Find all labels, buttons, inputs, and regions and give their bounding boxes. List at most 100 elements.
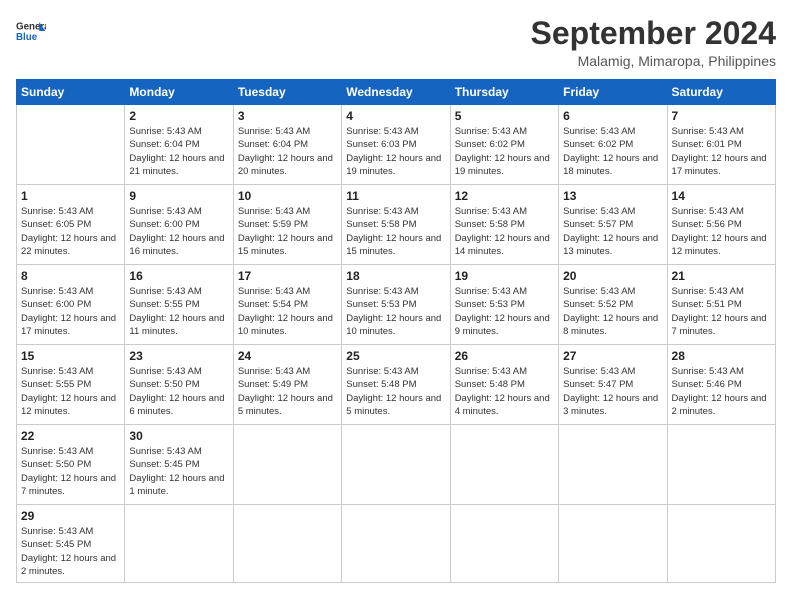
calendar-cell [17, 105, 125, 185]
day-info: Sunrise: 5:43 AMSunset: 5:52 PMDaylight:… [563, 285, 662, 338]
calendar-week-row: 22 Sunrise: 5:43 AMSunset: 5:50 PMDaylig… [17, 425, 776, 505]
calendar-cell: 24 Sunrise: 5:43 AMSunset: 5:49 PMDaylig… [233, 345, 341, 425]
calendar-cell: 20 Sunrise: 5:43 AMSunset: 5:52 PMDaylig… [559, 265, 667, 345]
calendar-cell: 17 Sunrise: 5:43 AMSunset: 5:54 PMDaylig… [233, 265, 341, 345]
day-info: Sunrise: 5:43 AMSunset: 5:55 PMDaylight:… [21, 365, 120, 418]
calendar-cell [559, 505, 667, 583]
day-number: 4 [346, 109, 445, 123]
calendar-cell: 11 Sunrise: 5:43 AMSunset: 5:58 PMDaylig… [342, 185, 450, 265]
calendar-cell: 8 Sunrise: 5:43 AMSunset: 6:00 PMDayligh… [17, 265, 125, 345]
day-number: 27 [563, 349, 662, 363]
day-number: 30 [129, 429, 228, 443]
day-info: Sunrise: 5:43 AMSunset: 5:54 PMDaylight:… [238, 285, 337, 338]
day-number: 21 [672, 269, 771, 283]
day-info: Sunrise: 5:43 AMSunset: 5:47 PMDaylight:… [563, 365, 662, 418]
day-number: 9 [129, 189, 228, 203]
calendar-cell: 27 Sunrise: 5:43 AMSunset: 5:47 PMDaylig… [559, 345, 667, 425]
day-number: 29 [21, 509, 120, 523]
calendar-week-row: 1 Sunrise: 5:43 AMSunset: 6:05 PMDayligh… [17, 185, 776, 265]
calendar-week-row: 2 Sunrise: 5:43 AMSunset: 6:04 PMDayligh… [17, 105, 776, 185]
calendar-cell: 4 Sunrise: 5:43 AMSunset: 6:03 PMDayligh… [342, 105, 450, 185]
calendar-cell: 14 Sunrise: 5:43 AMSunset: 5:56 PMDaylig… [667, 185, 775, 265]
day-info: Sunrise: 5:43 AMSunset: 6:05 PMDaylight:… [21, 205, 120, 258]
day-number: 22 [21, 429, 120, 443]
day-info: Sunrise: 5:43 AMSunset: 6:04 PMDaylight:… [238, 125, 337, 178]
calendar-cell: 15 Sunrise: 5:43 AMSunset: 5:55 PMDaylig… [17, 345, 125, 425]
calendar-cell: 12 Sunrise: 5:43 AMSunset: 5:58 PMDaylig… [450, 185, 558, 265]
day-info: Sunrise: 5:43 AMSunset: 6:02 PMDaylight:… [455, 125, 554, 178]
weekday-header-thursday: Thursday [450, 80, 558, 105]
day-number: 28 [672, 349, 771, 363]
calendar-cell [667, 505, 775, 583]
day-number: 6 [563, 109, 662, 123]
calendar-cell: 6 Sunrise: 5:43 AMSunset: 6:02 PMDayligh… [559, 105, 667, 185]
day-number: 17 [238, 269, 337, 283]
calendar-cell: 28 Sunrise: 5:43 AMSunset: 5:46 PMDaylig… [667, 345, 775, 425]
day-info: Sunrise: 5:43 AMSunset: 5:58 PMDaylight:… [455, 205, 554, 258]
calendar-cell [125, 505, 233, 583]
calendar-cell: 18 Sunrise: 5:43 AMSunset: 5:53 PMDaylig… [342, 265, 450, 345]
day-info: Sunrise: 5:43 AMSunset: 5:50 PMDaylight:… [21, 445, 120, 498]
day-number: 14 [672, 189, 771, 203]
calendar-header-row: SundayMondayTuesdayWednesdayThursdayFrid… [17, 80, 776, 105]
calendar-week-row: 29 Sunrise: 5:43 AMSunset: 5:45 PMDaylig… [17, 505, 776, 583]
day-info: Sunrise: 5:43 AMSunset: 6:00 PMDaylight:… [129, 205, 228, 258]
day-number: 11 [346, 189, 445, 203]
day-info: Sunrise: 5:43 AMSunset: 5:55 PMDaylight:… [129, 285, 228, 338]
day-info: Sunrise: 5:43 AMSunset: 5:56 PMDaylight:… [672, 205, 771, 258]
logo: General Blue [16, 16, 48, 46]
day-info: Sunrise: 5:43 AMSunset: 6:01 PMDaylight:… [672, 125, 771, 178]
logo-icon: General Blue [16, 16, 46, 46]
day-info: Sunrise: 5:43 AMSunset: 5:58 PMDaylight:… [346, 205, 445, 258]
calendar-cell: 19 Sunrise: 5:43 AMSunset: 5:53 PMDaylig… [450, 265, 558, 345]
weekday-header-friday: Friday [559, 80, 667, 105]
calendar-week-row: 8 Sunrise: 5:43 AMSunset: 6:00 PMDayligh… [17, 265, 776, 345]
day-info: Sunrise: 5:43 AMSunset: 5:50 PMDaylight:… [129, 365, 228, 418]
weekday-header-saturday: Saturday [667, 80, 775, 105]
calendar-week-row: 15 Sunrise: 5:43 AMSunset: 5:55 PMDaylig… [17, 345, 776, 425]
calendar-cell [233, 425, 341, 505]
day-number: 23 [129, 349, 228, 363]
day-info: Sunrise: 5:43 AMSunset: 5:51 PMDaylight:… [672, 285, 771, 338]
day-info: Sunrise: 5:43 AMSunset: 6:03 PMDaylight:… [346, 125, 445, 178]
calendar-cell: 1 Sunrise: 5:43 AMSunset: 6:05 PMDayligh… [17, 185, 125, 265]
day-info: Sunrise: 5:43 AMSunset: 5:46 PMDaylight:… [672, 365, 771, 418]
day-number: 18 [346, 269, 445, 283]
calendar: SundayMondayTuesdayWednesdayThursdayFrid… [16, 79, 776, 583]
calendar-cell: 30 Sunrise: 5:43 AMSunset: 5:45 PMDaylig… [125, 425, 233, 505]
day-info: Sunrise: 5:43 AMSunset: 5:53 PMDaylight:… [346, 285, 445, 338]
calendar-cell: 7 Sunrise: 5:43 AMSunset: 6:01 PMDayligh… [667, 105, 775, 185]
day-number: 15 [21, 349, 120, 363]
day-number: 1 [21, 189, 120, 203]
calendar-cell: 25 Sunrise: 5:43 AMSunset: 5:48 PMDaylig… [342, 345, 450, 425]
calendar-cell [233, 505, 341, 583]
calendar-cell: 21 Sunrise: 5:43 AMSunset: 5:51 PMDaylig… [667, 265, 775, 345]
day-number: 13 [563, 189, 662, 203]
calendar-cell: 2 Sunrise: 5:43 AMSunset: 6:04 PMDayligh… [125, 105, 233, 185]
calendar-cell: 16 Sunrise: 5:43 AMSunset: 5:55 PMDaylig… [125, 265, 233, 345]
day-number: 12 [455, 189, 554, 203]
day-info: Sunrise: 5:43 AMSunset: 5:53 PMDaylight:… [455, 285, 554, 338]
day-number: 25 [346, 349, 445, 363]
day-info: Sunrise: 5:43 AMSunset: 5:48 PMDaylight:… [346, 365, 445, 418]
day-number: 10 [238, 189, 337, 203]
calendar-cell [559, 425, 667, 505]
calendar-cell: 3 Sunrise: 5:43 AMSunset: 6:04 PMDayligh… [233, 105, 341, 185]
weekday-header-tuesday: Tuesday [233, 80, 341, 105]
day-info: Sunrise: 5:43 AMSunset: 5:45 PMDaylight:… [129, 445, 228, 498]
calendar-cell: 29 Sunrise: 5:43 AMSunset: 5:45 PMDaylig… [17, 505, 125, 583]
title-area: September 2024 Malamig, Mimaropa, Philip… [531, 16, 776, 69]
calendar-cell [450, 505, 558, 583]
day-number: 20 [563, 269, 662, 283]
day-info: Sunrise: 5:43 AMSunset: 5:48 PMDaylight:… [455, 365, 554, 418]
calendar-cell: 9 Sunrise: 5:43 AMSunset: 6:00 PMDayligh… [125, 185, 233, 265]
day-info: Sunrise: 5:43 AMSunset: 6:00 PMDaylight:… [21, 285, 120, 338]
calendar-cell: 13 Sunrise: 5:43 AMSunset: 5:57 PMDaylig… [559, 185, 667, 265]
calendar-cell [667, 425, 775, 505]
weekday-header-monday: Monday [125, 80, 233, 105]
day-info: Sunrise: 5:43 AMSunset: 5:57 PMDaylight:… [563, 205, 662, 258]
calendar-cell: 23 Sunrise: 5:43 AMSunset: 5:50 PMDaylig… [125, 345, 233, 425]
day-number: 5 [455, 109, 554, 123]
day-number: 7 [672, 109, 771, 123]
day-number: 26 [455, 349, 554, 363]
